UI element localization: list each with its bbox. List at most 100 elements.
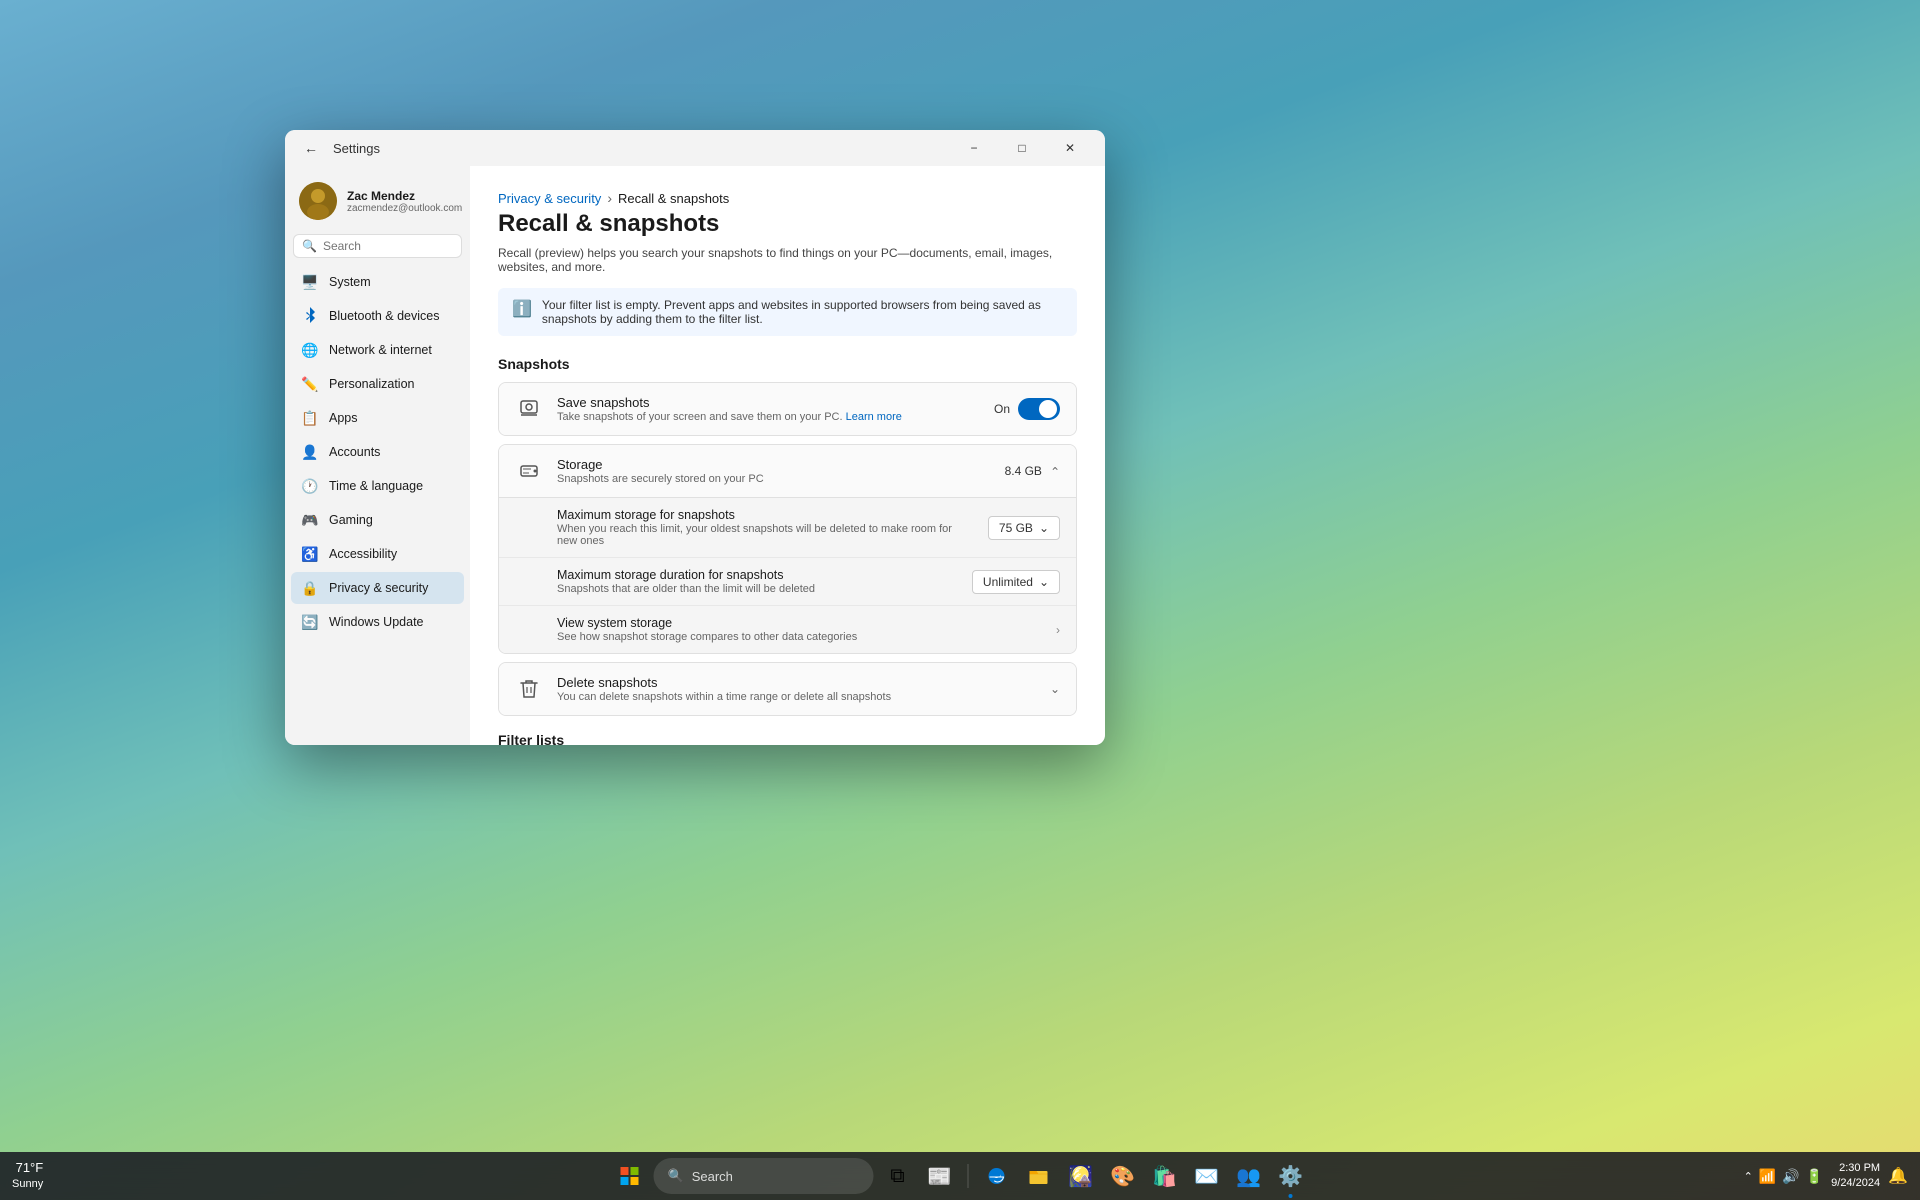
weather-condition: Sunny [12, 1177, 43, 1191]
sidebar: Zac Mendez zacmendez@outlook.com 🔍 🖥️ Sy… [285, 166, 470, 745]
minimize-button[interactable]: − [951, 132, 997, 164]
storage-action: 8.4 GB ⌄ [1005, 464, 1060, 478]
system-icon: 🖥️ [301, 273, 319, 291]
save-snapshots-action: On [994, 398, 1060, 420]
user-name: Zac Mendez [347, 189, 462, 203]
time-icon: 🕐 [301, 477, 319, 495]
accounts-icon: 👤 [301, 443, 319, 461]
view-system-storage-row[interactable]: View system storage See how snapshot sto… [499, 605, 1076, 653]
window-controls: − □ ✕ [951, 132, 1093, 164]
view-system-storage-arrow: › [1056, 623, 1060, 637]
breadcrumb-parent[interactable]: Privacy & security [498, 191, 601, 206]
save-snapshots-card: Save snapshots Take snapshots of your sc… [498, 382, 1077, 436]
network-tray-icon[interactable]: 📶 [1759, 1168, 1776, 1185]
page-description: Recall (preview) helps you search your s… [498, 246, 1077, 274]
max-duration-row: Maximum storage duration for snapshots S… [499, 557, 1076, 605]
sidebar-search-input[interactable] [323, 239, 470, 253]
sidebar-item-accounts[interactable]: 👤 Accounts [291, 436, 464, 468]
taskbar-search-label: Search [692, 1169, 733, 1184]
sidebar-search-box[interactable]: 🔍 [293, 234, 462, 258]
taskview-button[interactable]: ⧉ [880, 1158, 916, 1194]
max-storage-label: Maximum storage for snapshots [557, 508, 974, 522]
sidebar-item-update[interactable]: 🔄 Windows Update [291, 606, 464, 638]
sidebar-item-label: System [329, 275, 371, 289]
delete-snapshots-icon [515, 675, 543, 703]
taskbar-divider [968, 1164, 969, 1188]
max-duration-text: Maximum storage duration for snapshots S… [557, 568, 958, 595]
delete-snapshots-desc: You can delete snapshots within a time r… [557, 691, 1036, 703]
sidebar-item-network[interactable]: 🌐 Network & internet [291, 334, 464, 366]
maximize-button[interactable]: □ [999, 132, 1045, 164]
delete-snapshots-chevron[interactable]: ⌄ [1050, 682, 1060, 696]
explorer-button[interactable] [1021, 1158, 1057, 1194]
taskbar-search[interactable]: 🔍 Search [654, 1158, 874, 1194]
volume-tray-icon[interactable]: 🔊 [1782, 1168, 1799, 1185]
view-system-storage-label: View system storage [557, 616, 1042, 630]
accessibility-icon: ♿ [301, 545, 319, 563]
view-system-storage-desc: See how snapshot storage compares to oth… [557, 631, 1042, 643]
breadcrumb: Privacy & security › Recall & snapshots [498, 190, 1077, 206]
paint-button[interactable]: 🎨 [1105, 1158, 1141, 1194]
clock[interactable]: 2:30 PM 9/24/2024 [1831, 1161, 1880, 1192]
max-storage-row: Maximum storage for snapshots When you r… [499, 498, 1076, 557]
sidebar-item-label: Network & internet [329, 343, 432, 357]
main-content: Privacy & security › Recall & snapshots … [470, 166, 1105, 745]
taskbar: 71°F Sunny 🔍 Search ⧉ 📰 [0, 1152, 1920, 1200]
teams-button[interactable]: 👥 [1231, 1158, 1267, 1194]
store-button[interactable]: 🛍️ [1147, 1158, 1183, 1194]
sidebar-item-apps[interactable]: 📋 Apps [291, 402, 464, 434]
tray-chevron[interactable]: ⌃ [1744, 1170, 1753, 1183]
mail-button[interactable]: ✉️ [1189, 1158, 1225, 1194]
max-storage-value: 75 GB [999, 521, 1033, 535]
user-info: Zac Mendez zacmendez@outlook.com [347, 189, 462, 214]
weather-temp: 71°F [16, 1160, 44, 1177]
sidebar-item-bluetooth[interactable]: Bluetooth & devices [291, 300, 464, 332]
sidebar-item-gaming[interactable]: 🎮 Gaming [291, 504, 464, 536]
sidebar-item-label: Time & language [329, 479, 423, 493]
max-storage-dropdown[interactable]: 75 GB ⌄ [988, 516, 1060, 540]
sidebar-item-time[interactable]: 🕐 Time & language [291, 470, 464, 502]
settings-taskbar-button[interactable]: ⚙️ [1273, 1158, 1309, 1194]
clock-time: 2:30 PM [1831, 1161, 1880, 1176]
save-snapshots-learn-more[interactable]: Learn more [846, 411, 902, 423]
sidebar-item-label: Privacy & security [329, 581, 428, 595]
back-button[interactable]: ← [297, 134, 325, 162]
photos-button[interactable]: 🎑 [1063, 1158, 1099, 1194]
storage-text: Storage Snapshots are securely stored on… [557, 457, 991, 485]
info-banner-text: Your filter list is empty. Prevent apps … [542, 298, 1063, 326]
battery-tray-icon[interactable]: 🔋 [1806, 1168, 1823, 1185]
max-storage-chevron: ⌄ [1039, 521, 1049, 535]
max-duration-desc: Snapshots that are older than the limit … [557, 583, 958, 595]
clock-date: 9/24/2024 [1831, 1176, 1880, 1191]
sidebar-item-personalization[interactable]: ✏️ Personalization [291, 368, 464, 400]
sidebar-item-label: Apps [329, 411, 358, 425]
info-icon: ℹ️ [512, 299, 532, 319]
network-icon: 🌐 [301, 341, 319, 359]
edge-button[interactable] [979, 1158, 1015, 1194]
delete-snapshots-text: Delete snapshots You can delete snapshot… [557, 675, 1036, 703]
max-duration-dropdown[interactable]: Unlimited ⌄ [972, 570, 1060, 594]
save-snapshots-desc: Take snapshots of your screen and save t… [557, 411, 980, 423]
save-snapshots-icon [515, 395, 543, 423]
weather-info[interactable]: 71°F Sunny [12, 1160, 43, 1191]
page-title: Recall & snapshots [498, 210, 1077, 238]
user-email: zacmendez@outlook.com [347, 203, 462, 214]
max-duration-chevron: ⌄ [1039, 575, 1049, 589]
close-button[interactable]: ✕ [1047, 132, 1093, 164]
notification-icon[interactable]: 🔔 [1888, 1166, 1908, 1186]
taskbar-center: 🔍 Search ⧉ 📰 🎑 🎨 🛍️ ✉️ 👥 ⚙️ [612, 1158, 1309, 1194]
save-snapshots-row: Save snapshots Take snapshots of your sc… [499, 383, 1076, 435]
sidebar-item-accessibility[interactable]: ♿ Accessibility [291, 538, 464, 570]
delete-snapshots-action: ⌄ [1050, 682, 1060, 696]
view-system-storage-text: View system storage See how snapshot sto… [557, 616, 1042, 643]
sidebar-item-privacy[interactable]: 🔒 Privacy & security [291, 572, 464, 604]
widgets-button[interactable]: 📰 [922, 1158, 958, 1194]
save-snapshots-toggle[interactable] [1018, 398, 1060, 420]
filter-lists-section-title: Filter lists [498, 732, 1077, 745]
start-button[interactable] [612, 1158, 648, 1194]
storage-expand-chevron[interactable]: ⌄ [1050, 464, 1060, 478]
delete-snapshots-card: Delete snapshots You can delete snapshot… [498, 662, 1077, 716]
user-profile[interactable]: Zac Mendez zacmendez@outlook.com [291, 174, 464, 232]
sidebar-item-system[interactable]: 🖥️ System [291, 266, 464, 298]
update-icon: 🔄 [301, 613, 319, 631]
